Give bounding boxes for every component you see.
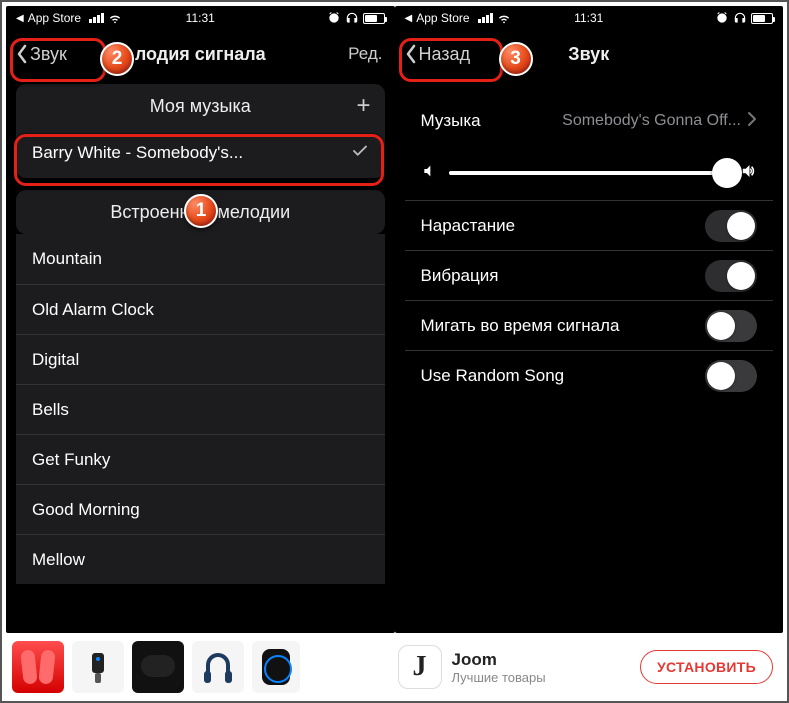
- ad-product-smartwatch[interactable]: [252, 641, 300, 693]
- ad-products[interactable]: [6, 641, 388, 693]
- toggle-label: Вибрация: [421, 266, 499, 286]
- annotation-badge: 1: [184, 194, 218, 228]
- chevron-right-icon: [747, 111, 757, 132]
- joom-logo: J: [398, 645, 442, 689]
- wifi-icon: [108, 11, 122, 25]
- status-time: 11:31: [574, 11, 603, 25]
- battery-icon: [363, 13, 385, 24]
- my-music-row[interactable]: Barry White - Somebody's...: [16, 128, 385, 178]
- ad-brand: Joom: [452, 650, 546, 670]
- annotation-badge: 3: [499, 42, 533, 76]
- status-bar: ◀ App Store 11:31: [395, 6, 784, 30]
- edit-button[interactable]: Ред.: [348, 44, 386, 64]
- ad-tagline: Лучшие товары: [452, 670, 546, 685]
- chevron-left-icon: [405, 44, 417, 64]
- breadcrumb-back-icon[interactable]: ◀: [405, 13, 413, 24]
- builtin-label: Mountain: [32, 249, 102, 269]
- music-label: Музыка: [421, 111, 481, 131]
- builtin-row[interactable]: Digital: [16, 334, 385, 384]
- volume-slider-row: [405, 146, 774, 200]
- breadcrumb-back-icon[interactable]: ◀: [16, 13, 24, 24]
- chevron-left-icon: [16, 44, 28, 64]
- back-label: Звук: [30, 44, 67, 65]
- toggle-label: Мигать во время сигнала: [421, 316, 620, 336]
- builtin-row[interactable]: Bells: [16, 384, 385, 434]
- breadcrumb-app[interactable]: App Store: [416, 11, 469, 25]
- nav-bar: Звук лодия сигнала Ред.: [6, 30, 395, 78]
- builtin-label: Good Morning: [32, 500, 140, 520]
- back-label: Назад: [419, 44, 471, 65]
- builtin-row[interactable]: Mellow: [16, 534, 385, 584]
- builtin-label: Mellow: [32, 550, 85, 570]
- battery-icon: [751, 13, 773, 24]
- music-row[interactable]: Музыка Somebody's Gonna Off...: [405, 96, 774, 146]
- cellular-icon: [89, 13, 104, 23]
- section-my-music: Моя музыка +: [16, 84, 385, 128]
- toggle-row: Вибрация: [405, 250, 774, 300]
- builtin-row[interactable]: Get Funky: [16, 434, 385, 484]
- volume-slider[interactable]: [449, 171, 728, 175]
- builtin-label: Bells: [32, 400, 69, 420]
- section-my-music-label: Моя музыка: [150, 96, 251, 117]
- music-value: Somebody's Gonna Off...: [562, 112, 741, 130]
- cellular-icon: [478, 13, 493, 23]
- toggle-row: Мигать во время сигнала: [405, 300, 774, 350]
- ad-product-earbuds-red[interactable]: [12, 641, 64, 693]
- ad-product-earbuds-case[interactable]: [132, 641, 184, 693]
- builtin-label: Digital: [32, 350, 79, 370]
- alarm-icon: [327, 11, 341, 25]
- slider-thumb[interactable]: [712, 158, 742, 188]
- volume-low-icon: [421, 163, 437, 184]
- annotation-badge: 2: [100, 42, 134, 76]
- toggle-random-song[interactable]: [705, 360, 757, 392]
- wifi-icon: [497, 11, 511, 25]
- phone-screen-left: ◀ App Store 11:31 Звук лодия сигнала Ред…: [6, 6, 395, 633]
- nav-title: Звук: [568, 44, 609, 65]
- ad-joom[interactable]: J Joom Лучшие товары УСТАНОВИТЬ: [388, 645, 784, 689]
- status-bar: ◀ App Store 11:31: [6, 6, 395, 30]
- install-button[interactable]: УСТАНОВИТЬ: [640, 650, 773, 684]
- headphones-icon: [345, 11, 359, 25]
- builtin-row[interactable]: Old Alarm Clock: [16, 284, 385, 334]
- builtin-row[interactable]: Mountain: [16, 234, 385, 284]
- checkmark-icon: [351, 142, 369, 165]
- add-music-button[interactable]: +: [356, 94, 370, 118]
- nav-bar: Назад Звук: [395, 30, 784, 78]
- phone-screen-right: ◀ App Store 11:31 Назад Звук Музыка: [395, 6, 784, 633]
- toggle-row: Нарастание: [405, 200, 774, 250]
- headphones-icon: [733, 11, 747, 25]
- breadcrumb-app[interactable]: App Store: [28, 11, 81, 25]
- toggle-fade-in[interactable]: [705, 210, 757, 242]
- builtin-label: Get Funky: [32, 450, 110, 470]
- nav-title: лодия сигнала: [135, 44, 266, 65]
- toggle-flash[interactable]: [705, 310, 757, 342]
- alarm-icon: [715, 11, 729, 25]
- ad-banner[interactable]: J Joom Лучшие товары УСТАНОВИТЬ: [6, 635, 783, 699]
- ad-product-headphones[interactable]: [192, 641, 244, 693]
- back-button[interactable]: Звук: [14, 40, 77, 69]
- ad-product-car-charger[interactable]: [72, 641, 124, 693]
- back-button[interactable]: Назад: [403, 40, 481, 69]
- toggle-label: Use Random Song: [421, 366, 565, 386]
- builtin-row[interactable]: Good Morning: [16, 484, 385, 534]
- builtin-label: Old Alarm Clock: [32, 300, 154, 320]
- status-time: 11:31: [186, 11, 215, 25]
- toggle-row: Use Random Song: [405, 350, 774, 400]
- toggle-vibration[interactable]: [705, 260, 757, 292]
- song-title: Barry White - Somebody's...: [32, 143, 243, 163]
- toggle-label: Нарастание: [421, 216, 516, 236]
